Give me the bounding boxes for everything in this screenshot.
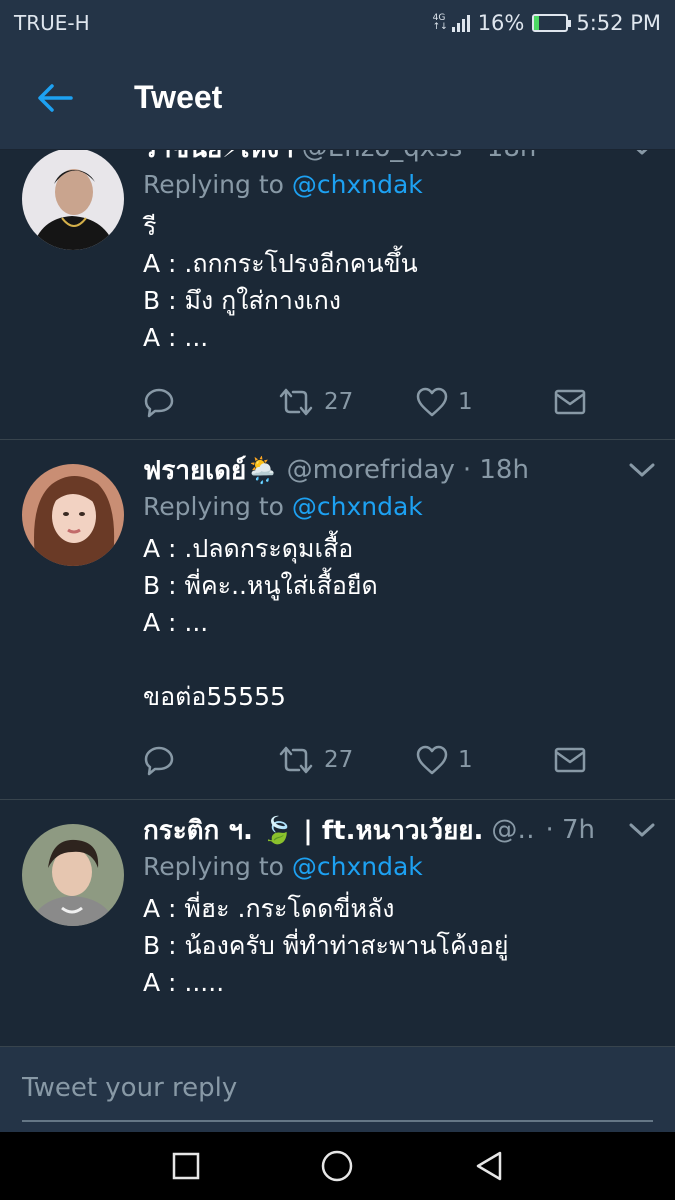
back-nav-icon	[476, 1151, 502, 1181]
battery-percent: 16%	[477, 11, 525, 35]
back-arrow-icon	[38, 83, 73, 112]
direct-message-button[interactable]	[554, 747, 586, 773]
reply-button[interactable]	[143, 744, 278, 776]
tweet[interactable]: ฟรายเดย์🌦️ @morefriday · 18h Replying to…	[0, 440, 675, 800]
user-handle[interactable]: @Enzo_qxss	[302, 150, 462, 163]
chevron-down-icon[interactable]	[627, 818, 657, 842]
back-nav-button[interactable]	[459, 1136, 519, 1196]
timestamp: · 18h	[470, 150, 536, 163]
tweet-header: กระติก ฯ. 🍃 | ft.หนาวเว้ยย. @S... · 7h	[143, 810, 595, 850]
like-count: 1	[458, 747, 473, 773]
like-count: 1	[458, 389, 473, 415]
retweet-count: 27	[324, 747, 354, 773]
status-bar: TRUE-H 4G ↑↓ 16% ⚡ 5:52 PM	[0, 0, 675, 46]
reply-feed[interactable]: ราชนย⚡เหงา @Enzo_qxss · 18h Replying to …	[0, 150, 675, 1046]
tweet-actions: 27 1	[143, 740, 655, 780]
recent-apps-button[interactable]	[156, 1136, 216, 1196]
like-button[interactable]: 1	[416, 387, 554, 417]
retweet-icon	[279, 746, 313, 774]
replying-to-label: Replying to	[143, 852, 292, 881]
user-handle[interactable]: @S...	[491, 815, 537, 845]
avatar-photo	[22, 824, 124, 926]
reply-icon	[144, 746, 174, 776]
tweet-text: รี A : .ถกกระโปรงอีกคนขึ้น B : มึง กูใส่…	[143, 212, 418, 352]
system-nav-bar	[0, 1132, 675, 1200]
reply-button[interactable]	[143, 386, 278, 418]
clock: 5:52 PM	[576, 11, 661, 35]
input-underline	[22, 1120, 653, 1122]
like-icon	[416, 387, 448, 417]
chevron-down-icon[interactable]	[627, 458, 657, 482]
mention-link[interactable]: @chxndak	[292, 170, 423, 199]
tweet-text: A : .ปลดกระดุมเสื้อ B : พี่คะ..หนูใส่เสื…	[143, 534, 378, 711]
message-icon	[554, 389, 586, 415]
retweet-icon	[279, 388, 313, 416]
avatar[interactable]	[22, 464, 124, 566]
chevron-down-icon[interactable]	[627, 150, 657, 160]
home-icon	[322, 1150, 353, 1182]
avatar-photo	[22, 150, 124, 250]
display-name[interactable]: ราชนย⚡เหงา	[143, 150, 294, 168]
message-icon	[554, 747, 586, 773]
reply-composer	[0, 1046, 675, 1132]
mention-link[interactable]: @chxndak	[292, 492, 423, 521]
direct-message-button[interactable]	[554, 389, 586, 415]
like-button[interactable]: 1	[416, 745, 554, 775]
reply-input[interactable]	[22, 1073, 653, 1103]
signal-icon	[451, 14, 470, 32]
replying-to: Replying to @chxndak	[143, 852, 423, 881]
retweet-count: 27	[324, 389, 354, 415]
replying-to: Replying to @chxndak	[143, 170, 423, 199]
back-button[interactable]	[0, 46, 110, 150]
home-button[interactable]	[307, 1136, 367, 1196]
reply-icon	[144, 388, 174, 418]
carrier-label: TRUE-H	[14, 11, 90, 35]
replying-to-label: Replying to	[143, 170, 292, 199]
replying-to-label: Replying to	[143, 492, 292, 521]
tweet-text: A : พี่ฮะ .กระโดดขี่หลัง B : น้องครับ พี…	[143, 894, 509, 997]
battery-icon: ⚡	[532, 14, 572, 32]
timestamp: · 18h	[462, 455, 529, 485]
timestamp: · 7h	[545, 815, 595, 845]
tweet[interactable]: กระติก ฯ. 🍃 | ft.หนาวเว้ยย. @S... · 7h R…	[0, 800, 675, 1046]
tweet-header: ฟรายเดย์🌦️ @morefriday · 18h	[143, 450, 595, 490]
data-arrows-icon: ↑↓	[432, 22, 448, 32]
recent-apps-icon	[172, 1152, 200, 1180]
page-title: Tweet	[134, 79, 223, 115]
avatar-photo	[22, 464, 124, 566]
tweet-actions: 27 1	[143, 382, 655, 422]
retweet-button[interactable]: 27	[278, 386, 416, 418]
retweet-button[interactable]: 27	[278, 744, 416, 776]
app-header: Tweet	[0, 46, 675, 150]
status-indicators: 4G ↑↓ 16% ⚡ 5:52 PM	[433, 11, 661, 35]
network-type: 4G ↑↓	[433, 14, 448, 32]
avatar[interactable]	[22, 824, 124, 926]
user-handle[interactable]: @morefriday	[287, 455, 455, 485]
display-name[interactable]: กระติก ฯ. 🍃 | ft.หนาวเว้ยย.	[143, 810, 483, 850]
display-name[interactable]: ฟรายเดย์🌦️	[143, 450, 279, 490]
mention-link[interactable]: @chxndak	[292, 852, 423, 881]
replying-to: Replying to @chxndak	[143, 492, 423, 521]
charging-icon: ⚡	[546, 14, 555, 28]
tweet[interactable]: ราชนย⚡เหงา @Enzo_qxss · 18h Replying to …	[0, 150, 675, 440]
tweet-header: ราชนย⚡เหงา @Enzo_qxss · 18h	[143, 150, 595, 168]
like-icon	[416, 745, 448, 775]
avatar[interactable]	[22, 150, 124, 250]
